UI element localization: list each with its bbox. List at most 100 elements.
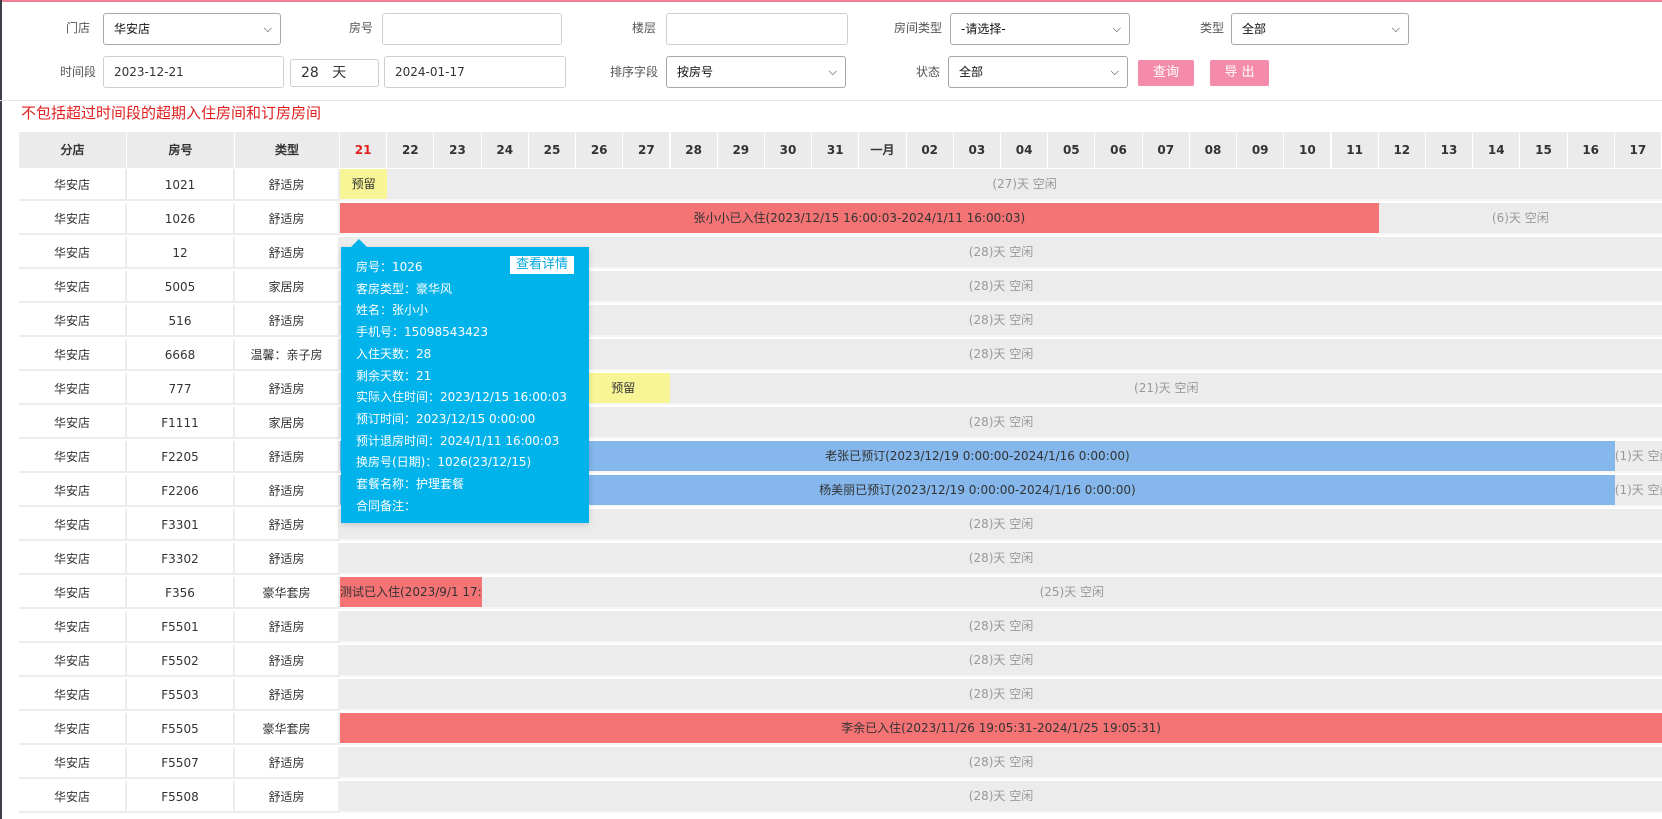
room-type-select[interactable]: -请选择- ⌵ [950,13,1130,45]
cell-room: 516 [127,305,235,337]
cell-store: 华安店 [19,203,127,235]
status-label: 状态 [915,65,940,79]
day-header: 04 [1001,132,1049,168]
checkin-bar[interactable]: 张小小已入住(2023/12/15 16:00:03-2024/1/11 16:… [340,203,1379,233]
room-timeline: 测试已入住(2023/9/1 17: (25)天 空闲 [340,577,1662,609]
cell-store: 华安店 [19,781,127,813]
notice-text: 不包括超过时间段的超期入住房间和订房房间 [21,104,322,122]
header-room: 房号 [127,132,235,168]
reserve-bar[interactable]: 预留 [576,373,671,403]
day-header: 02 [906,132,954,168]
cell-room: F1111 [127,407,235,439]
cell-room: 777 [127,373,235,405]
store-select[interactable]: 华安店 ⌵ [103,13,281,45]
free-days-label: (1)天 空闲 [1614,483,1662,497]
status-select-value: 全部 [959,65,984,79]
category-select[interactable]: 全部 ⌵ [1231,13,1409,45]
free-days-label: (21)天 空闲 [1134,381,1199,395]
cell-type: 舒适房 [235,509,340,541]
sort-select[interactable]: 按房号 ⌵ [666,56,846,88]
cell-type: 舒适房 [235,305,340,337]
cell-store: 华安店 [19,407,127,439]
day-header: 08 [1189,132,1238,168]
free-days-label: (28)天 空闲 [968,755,1034,769]
cell-type: 舒适房 [235,475,340,507]
room-timeline: (28)天 空闲 [340,679,1662,711]
export-button[interactable]: 导 出 [1210,60,1269,86]
cell-room: F5501 [127,611,235,643]
day-header: 28 [670,132,718,168]
tooltip-line: 房号：1026 [356,260,423,274]
day-header: 03 [953,132,1001,168]
cell-room: 5005 [127,271,235,303]
room-no-input[interactable] [382,13,562,45]
cell-type: 舒适房 [235,747,340,779]
cell-store: 华安店 [19,509,127,541]
start-date-input[interactable]: 2023-12-21 [103,56,284,88]
day-header: 一月 [859,132,907,168]
cell-store: 华安店 [19,475,127,507]
day-header: 23 [434,132,482,168]
floor-label: 楼层 [631,21,656,35]
reserve-bar[interactable]: 预留 [340,169,388,199]
room-timeline: 张小小已入住(2023/12/15 16:00:03-2024/1/11 16:… [340,203,1662,235]
cell-room: F2205 [127,441,235,473]
tooltip-line: 手机号：15098543423 [356,325,488,340]
day-header: 26 [576,132,624,168]
query-button[interactable]: 查询 [1138,60,1194,86]
store-select-value: 华安店 [114,22,151,36]
room-timeline: (28)天 空闲 [340,543,1662,575]
end-date-input[interactable]: 2024-01-17 [384,56,566,88]
day-header: 10 [1284,132,1332,168]
tooltip-line: 换房号(日期)：1026(23/12/15) [356,455,532,470]
free-days-label: (28)天 空闲 [968,789,1034,803]
days-unit: 天 [332,65,347,81]
chevron-down-icon: ⌵ [828,65,837,78]
free-days-label: (28)天 空闲 [968,619,1034,633]
cell-store: 华安店 [19,645,127,677]
tooltip-line: 实际入住时间：2023/12/15 16:00:03 [356,390,567,405]
room-timeline: (28)天 空闲 [340,611,1662,643]
chevron-down-icon: ⌵ [1112,22,1121,35]
cell-type: 家居房 [235,271,340,303]
free-days-label: (28)天 空闲 [968,687,1034,701]
chevron-down-icon: ⌵ [1110,65,1119,78]
day-header: 27 [623,132,671,168]
header-type: 类型 [235,132,340,168]
room-timeline: (28)天 空闲 [340,645,1662,677]
cell-type: 舒适房 [235,203,340,235]
checkin-bar[interactable]: 李余已入住(2023/11/26 19:05:31-2024/1/25 19:0… [340,713,1662,743]
status-select[interactable]: 全部 ⌵ [948,56,1128,88]
cell-store: 华安店 [19,169,127,201]
store-label: 门店 [65,21,90,35]
cell-type: 舒适房 [235,169,340,201]
cell-type: 舒适房 [235,543,340,575]
room-detail-tooltip: 查看详情 房号：1026 客房类型：豪华风 姓名：张小小 手机号：1509854342… [341,239,589,523]
tooltip-line: 预计退房时间：2024/1/11 16:00:03 [356,433,560,448]
room-timeline: (28)天 空闲 [340,781,1662,813]
category-label: 类型 [1199,21,1224,35]
room-timeline: 预留 (27)天 空闲 [340,169,1662,201]
cell-type: 舒适房 [235,645,340,677]
cell-store: 华安店 [19,543,127,575]
cell-type: 家居房 [235,407,340,439]
floor-input[interactable] [666,13,848,45]
header-store: 分店 [19,132,127,168]
cell-room: F5505 [127,713,235,745]
days-input[interactable]: 28 天 [290,59,379,87]
day-header: 09 [1237,132,1285,168]
day-header: 17 [1614,132,1662,168]
cell-store: 华安店 [19,611,127,643]
tooltip-line: 姓名：张小小 [356,303,429,318]
cell-room: 1021 [127,169,235,201]
cell-room: 1026 [127,203,235,235]
cell-type: 舒适房 [235,781,340,813]
cell-store: 华安店 [19,679,127,711]
free-days-label: (28)天 空闲 [968,551,1034,565]
checkin-bar[interactable]: 测试已入住(2023/9/1 17: [340,577,482,607]
day-header: 24 [481,132,529,168]
day-header: 21 [340,132,388,168]
cell-type: 舒适房 [235,373,340,405]
view-details-button[interactable]: 查看详情 [509,256,574,274]
tooltip-line: 预订时间：2023/12/15 0:00:00 [356,411,536,426]
